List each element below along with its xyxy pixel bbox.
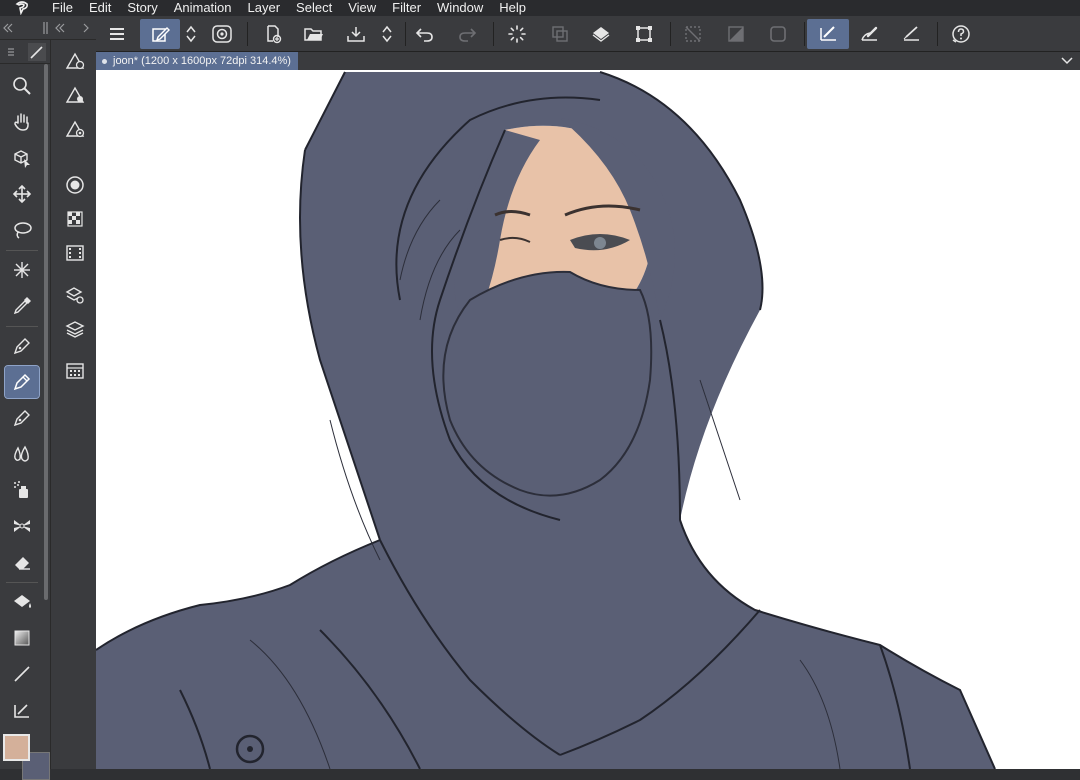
- eyedropper-tool-icon[interactable]: [5, 290, 39, 322]
- pen-tool-icon[interactable]: [807, 19, 849, 49]
- navigator-icon[interactable]: [58, 356, 92, 386]
- pencil-tool-icon[interactable]: [4, 365, 40, 399]
- menu-view[interactable]: View: [340, 0, 384, 16]
- layer-property-icon[interactable]: [58, 46, 92, 76]
- ruler-tool-icon[interactable]: [5, 694, 39, 726]
- mask-icon[interactable]: [719, 19, 753, 49]
- unsaved-dot-icon: [102, 58, 107, 64]
- brush-tool-icon[interactable]: [5, 402, 39, 434]
- main-color-swatch[interactable]: [3, 734, 30, 761]
- open-folder-icon[interactable]: [297, 19, 331, 49]
- menu-window[interactable]: Window: [429, 0, 491, 16]
- color-set-icon[interactable]: [58, 204, 92, 234]
- sub-tool-list: [50, 40, 96, 769]
- ruler-pen-icon[interactable]: [894, 19, 928, 49]
- airbrush-tool-icon[interactable]: [5, 474, 39, 506]
- timeline-icon[interactable]: [58, 238, 92, 268]
- pen-tool-icon[interactable]: [5, 330, 39, 362]
- layers-icon[interactable]: [58, 314, 92, 344]
- gradient-tool-icon[interactable]: [5, 622, 39, 654]
- document-tab-bar: joon* (1200 x 1600px 72dpi 314.4%): [96, 52, 1080, 70]
- toolbar-separator: [405, 22, 406, 46]
- lasso-tool-icon[interactable]: [5, 214, 39, 246]
- layer-search-icon[interactable]: [58, 280, 92, 310]
- artwork-illustration: [96, 71, 996, 769]
- command-bar: [0, 16, 1080, 52]
- tool-separator: [6, 326, 38, 327]
- toolbar-separator: [247, 22, 248, 46]
- stepper-icon[interactable]: [180, 19, 202, 49]
- sub-tool-detail-icon[interactable]: [58, 114, 92, 144]
- spiral-icon[interactable]: [205, 19, 239, 49]
- tool-panel-scrollbar[interactable]: [44, 64, 48, 600]
- deselect-icon[interactable]: [676, 19, 710, 49]
- document-tab-label: joon* (1200 x 1600px 72dpi 314.4%): [113, 55, 291, 67]
- menu-animation[interactable]: Animation: [166, 0, 240, 16]
- menu-file[interactable]: File: [44, 0, 81, 16]
- tool-separator: [6, 250, 38, 251]
- help-icon[interactable]: [944, 19, 978, 49]
- frame-icon[interactable]: [761, 19, 795, 49]
- menu-select[interactable]: Select: [288, 0, 340, 16]
- menu-help[interactable]: Help: [491, 0, 534, 16]
- drawing-canvas[interactable]: [96, 70, 1080, 769]
- move-tool-icon[interactable]: [5, 178, 39, 210]
- fill-icon[interactable]: [584, 19, 618, 49]
- menu-edit[interactable]: Edit: [81, 0, 119, 16]
- blend-tool-icon[interactable]: [5, 438, 39, 470]
- toolbar-separator: [493, 22, 494, 46]
- tool-separator: [6, 582, 38, 583]
- eraser-tool-icon[interactable]: [5, 546, 39, 578]
- redo-icon[interactable]: [450, 19, 484, 49]
- save-options-stepper-icon[interactable]: [376, 19, 398, 49]
- menu-bar: File Edit Story Animation Layer Select V…: [0, 0, 1080, 16]
- tool-list: [0, 64, 50, 769]
- menu-filter[interactable]: Filter: [384, 0, 429, 16]
- fill-tool-icon[interactable]: [5, 586, 39, 618]
- undo-icon[interactable]: [408, 19, 442, 49]
- loading-icon[interactable]: [500, 19, 534, 49]
- toolbar-separator: [670, 22, 671, 46]
- save-icon[interactable]: [339, 19, 373, 49]
- object-tool-icon[interactable]: [5, 142, 39, 174]
- zoom-tool-icon[interactable]: [5, 70, 39, 102]
- tool-panel: [0, 16, 96, 780]
- toolbar-separator: [937, 22, 938, 46]
- document-tab[interactable]: joon* (1200 x 1600px 72dpi 314.4%): [96, 52, 298, 70]
- hand-tool-icon[interactable]: [5, 106, 39, 138]
- toolbar-separator: [804, 22, 805, 46]
- chevron-down-icon[interactable]: [1060, 54, 1074, 68]
- color-wheel-icon[interactable]: [58, 170, 92, 200]
- menu-story[interactable]: Story: [119, 0, 165, 16]
- decoration-tool-icon[interactable]: [5, 510, 39, 542]
- magic-wand-tool-icon[interactable]: [5, 254, 39, 286]
- tool-panel-header: [0, 40, 50, 64]
- tool-property-icon[interactable]: [58, 80, 92, 110]
- panel-collapse-icon[interactable]: [0, 16, 96, 40]
- edit-pen-icon[interactable]: [140, 19, 180, 49]
- clip-studio-logo-icon[interactable]: [0, 0, 44, 16]
- line-tool-icon[interactable]: [5, 658, 39, 690]
- new-document-icon[interactable]: [256, 19, 290, 49]
- panel-header: [0, 16, 96, 40]
- brush-tool-icon[interactable]: [852, 19, 886, 49]
- copy-icon[interactable]: [543, 19, 577, 49]
- menu-icon[interactable]: [100, 19, 134, 49]
- menu-layer[interactable]: Layer: [240, 0, 289, 16]
- transform-icon[interactable]: [627, 19, 661, 49]
